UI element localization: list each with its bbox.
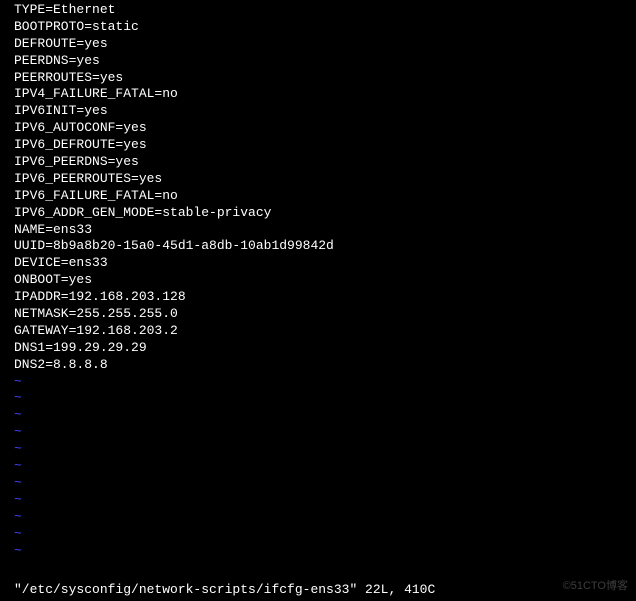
vi-editor-content[interactable]: TYPE=EthernetBOOTPROTO=staticDEFROUTE=ye…	[14, 2, 636, 559]
config-line: PEERROUTES=yes	[14, 70, 636, 87]
vi-empty-line-marker: ~	[14, 424, 636, 441]
config-line: ONBOOT=yes	[14, 272, 636, 289]
config-line: NETMASK=255.255.255.0	[14, 306, 636, 323]
config-line: IPV6_DEFROUTE=yes	[14, 137, 636, 154]
config-line: IPV6INIT=yes	[14, 103, 636, 120]
config-line: NAME=ens33	[14, 222, 636, 239]
vi-empty-line-marker: ~	[14, 475, 636, 492]
config-line: UUID=8b9a8b20-15a0-45d1-a8db-10ab1d99842…	[14, 238, 636, 255]
config-line: IPV6_PEERDNS=yes	[14, 154, 636, 171]
config-line: GATEWAY=192.168.203.2	[14, 323, 636, 340]
vi-empty-line-marker: ~	[14, 543, 636, 560]
vi-empty-line-marker: ~	[14, 407, 636, 424]
vi-empty-line-marker: ~	[14, 492, 636, 509]
config-line: IPADDR=192.168.203.128	[14, 289, 636, 306]
vi-empty-line-marker: ~	[14, 441, 636, 458]
config-line: DEFROUTE=yes	[14, 36, 636, 53]
watermark: ©51CTO博客	[563, 579, 628, 593]
config-line: IPV6_PEERROUTES=yes	[14, 171, 636, 188]
vi-status-line: "/etc/sysconfig/network-scripts/ifcfg-en…	[14, 582, 435, 599]
config-line: IPV6_FAILURE_FATAL=no	[14, 188, 636, 205]
config-line: IPV6_ADDR_GEN_MODE=stable-privacy	[14, 205, 636, 222]
vi-empty-line-marker: ~	[14, 526, 636, 543]
config-line: BOOTPROTO=static	[14, 19, 636, 36]
vi-empty-line-marker: ~	[14, 374, 636, 391]
config-line: DNS2=8.8.8.8	[14, 357, 636, 374]
config-line: DNS1=199.29.29.29	[14, 340, 636, 357]
config-line: IPV4_FAILURE_FATAL=no	[14, 86, 636, 103]
vi-empty-line-marker: ~	[14, 458, 636, 475]
config-line: IPV6_AUTOCONF=yes	[14, 120, 636, 137]
config-line: TYPE=Ethernet	[14, 2, 636, 19]
config-line: PEERDNS=yes	[14, 53, 636, 70]
vi-empty-line-marker: ~	[14, 390, 636, 407]
vi-empty-line-marker: ~	[14, 509, 636, 526]
config-line: DEVICE=ens33	[14, 255, 636, 272]
